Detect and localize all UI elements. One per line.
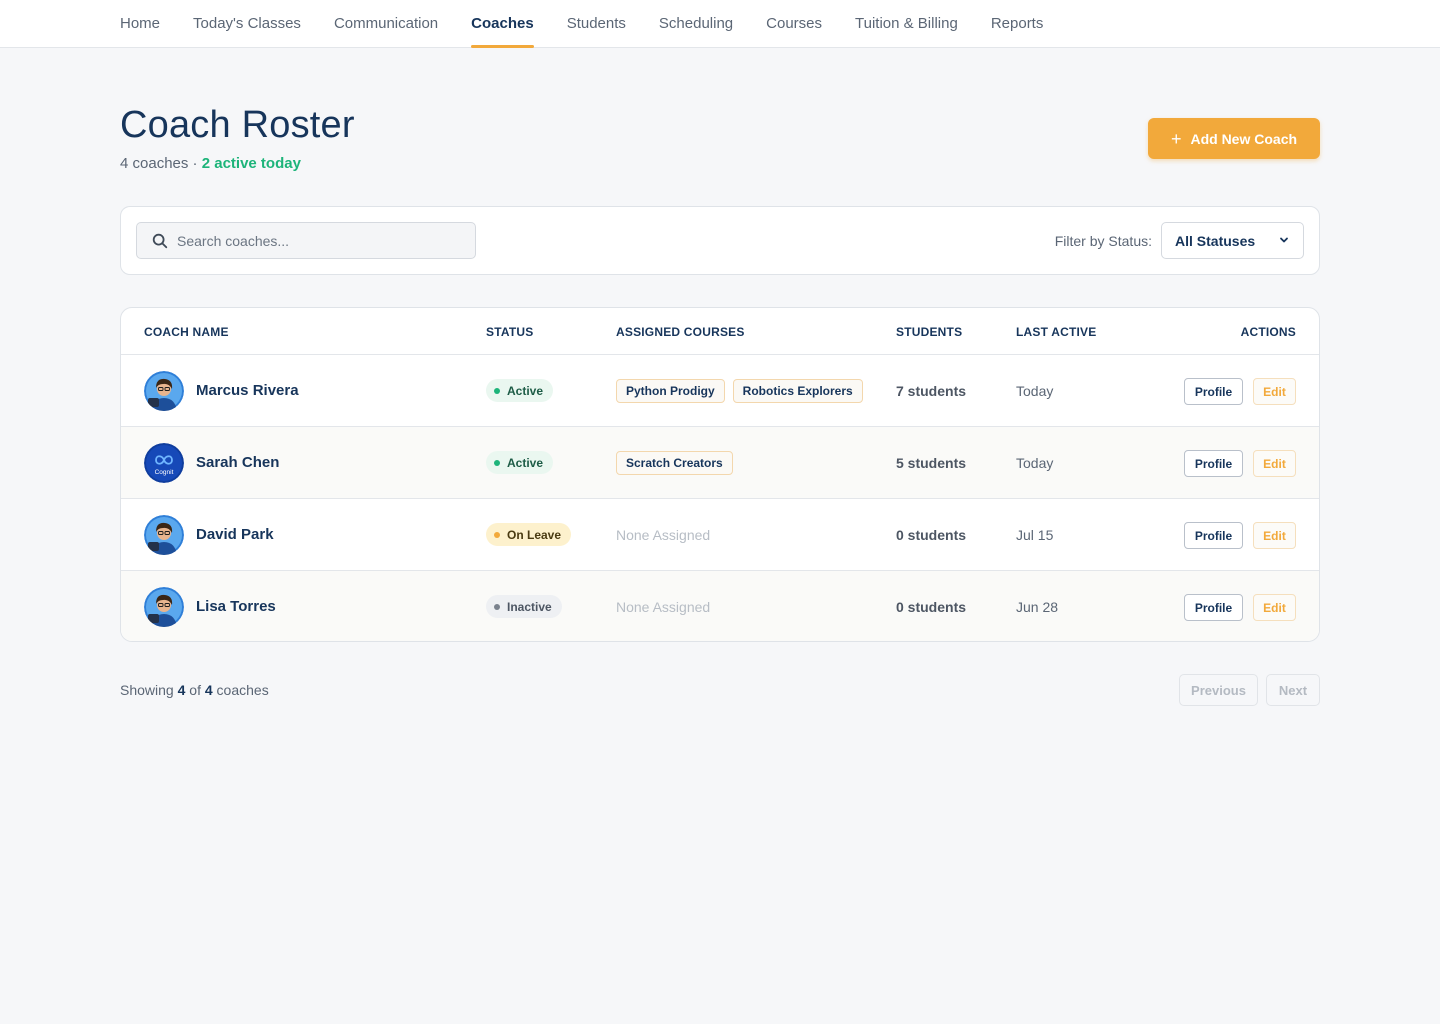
status-filter-value: All Statuses	[1175, 232, 1256, 249]
nav-reports[interactable]: Reports	[991, 0, 1044, 47]
total-count: 4	[204, 682, 213, 698]
table-row: Cognit Sarah Chen Active Scratch Creator…	[121, 427, 1319, 499]
search-icon	[152, 233, 168, 248]
showing-suffix: coaches	[212, 682, 269, 698]
filter-bar: Filter by Status: All Statuses	[120, 206, 1320, 275]
coach-name[interactable]: Marcus Rivera	[196, 382, 299, 399]
no-courses-text: None Assigned	[616, 599, 711, 615]
nav-scheduling[interactable]: Scheduling	[659, 0, 733, 47]
table-header: COACH NAME STATUS ASSIGNED COURSES STUDE…	[121, 308, 1319, 355]
last-active: Jun 28	[1016, 599, 1059, 615]
nav-students[interactable]: Students	[567, 0, 626, 47]
table-row: David Park On Leave None Assigned 0 stud…	[121, 499, 1319, 571]
nav-tuition-billing[interactable]: Tuition & Billing	[855, 0, 958, 47]
coach-illustration-icon	[144, 371, 184, 411]
nav-communication[interactable]: Communication	[334, 0, 438, 47]
cognit-logo-icon: Cognit	[144, 443, 184, 483]
status-dot	[494, 387, 500, 394]
edit-button[interactable]: Edit	[1253, 450, 1296, 477]
status-dot	[494, 603, 500, 610]
coach-illustration-icon	[144, 587, 184, 627]
last-active: Today	[1016, 455, 1054, 471]
chevron-down-icon	[1280, 237, 1288, 243]
search-input[interactable]	[177, 232, 467, 249]
col-actions: ACTIONS	[1240, 325, 1296, 339]
student-count: 7 students	[896, 383, 967, 399]
page-title: Coach Roster	[120, 104, 355, 146]
showing-prefix: Showing	[120, 682, 178, 698]
status-badge: Inactive	[486, 595, 562, 618]
next-page-button[interactable]: Next	[1266, 674, 1320, 706]
student-count: 0 students	[896, 527, 967, 543]
plus-icon: +	[1170, 128, 1182, 149]
course-tag[interactable]: Python Prodigy	[616, 379, 725, 403]
col-coach-name: COACH NAME	[144, 325, 229, 339]
last-active: Jul 15	[1016, 527, 1054, 543]
status-badge: On Leave	[486, 523, 572, 546]
profile-button[interactable]: Profile	[1184, 522, 1243, 549]
coach-illustration-icon	[144, 515, 184, 555]
no-courses-text: None Assigned	[616, 527, 711, 543]
showing-of: of	[185, 682, 205, 698]
table-row: Lisa Torres Inactive None Assigned 0 stu…	[121, 571, 1319, 641]
cognit-logo-text: Cognit	[155, 469, 174, 476]
status-label: Inactive	[507, 599, 552, 614]
nav-courses[interactable]: Courses	[766, 0, 822, 47]
course-tag[interactable]: Robotics Explorers	[732, 379, 863, 403]
student-count: 0 students	[896, 599, 967, 615]
coach-avatar	[144, 371, 184, 411]
active-today-count: 2 active today	[201, 155, 301, 172]
previous-page-button[interactable]: Previous	[1179, 674, 1258, 706]
status-label: Active	[507, 455, 544, 470]
profile-button[interactable]: Profile	[1184, 450, 1243, 477]
filter-status-label: Filter by Status:	[1054, 233, 1152, 249]
edit-button[interactable]: Edit	[1253, 522, 1296, 549]
coach-avatar	[144, 515, 184, 555]
table-row: Marcus Rivera Active Python Prodigy Robo…	[121, 355, 1319, 427]
status-badge: Active	[486, 451, 554, 474]
assigned-courses: Scratch Creators	[616, 451, 741, 475]
col-students: STUDENTS	[896, 325, 963, 339]
coach-count-text: 4 coaches ·	[120, 155, 202, 172]
status-filter-select[interactable]: All Statuses	[1161, 222, 1304, 259]
last-active: Today	[1016, 383, 1054, 399]
col-status: STATUS	[486, 325, 534, 339]
page-header: Coach Roster 4 coaches · 2 active today	[120, 104, 355, 172]
course-tag[interactable]: Scratch Creators	[616, 451, 733, 475]
coach-avatar	[144, 587, 184, 627]
coach-avatar: Cognit	[144, 443, 184, 483]
nav-coaches[interactable]: Coaches	[471, 0, 534, 48]
nav-home[interactable]: Home	[120, 0, 160, 47]
status-dot	[494, 531, 500, 538]
coach-name[interactable]: David Park	[196, 526, 274, 543]
profile-button[interactable]: Profile	[1184, 378, 1243, 405]
nav-todays-classes[interactable]: Today's Classes	[193, 0, 301, 47]
coach-name[interactable]: Sarah Chen	[196, 454, 279, 471]
add-new-coach-label: Add New Coach	[1190, 130, 1298, 147]
coach-table: COACH NAME STATUS ASSIGNED COURSES STUDE…	[120, 307, 1320, 642]
top-nav: Home Today's Classes Communication Coach…	[0, 0, 1440, 48]
col-assigned-courses: ASSIGNED COURSES	[616, 325, 745, 339]
profile-button[interactable]: Profile	[1184, 594, 1243, 621]
add-new-coach-button[interactable]: + Add New Coach	[1148, 118, 1320, 159]
coach-name[interactable]: Lisa Torres	[196, 598, 276, 615]
search-box[interactable]	[136, 222, 476, 259]
edit-button[interactable]: Edit	[1253, 594, 1296, 621]
pagination-summary: Showing 4 of 4 coaches	[120, 682, 269, 698]
status-label: Active	[507, 383, 544, 398]
assigned-courses: Python Prodigy Robotics Explorers	[616, 379, 871, 403]
edit-button[interactable]: Edit	[1253, 378, 1296, 405]
col-last-active: LAST ACTIVE	[1016, 325, 1097, 339]
status-dot	[494, 459, 500, 466]
coach-count: 4 coaches · 2 active today	[120, 155, 355, 172]
student-count: 5 students	[896, 455, 967, 471]
status-badge: Active	[486, 379, 554, 402]
status-label: On Leave	[507, 527, 562, 542]
